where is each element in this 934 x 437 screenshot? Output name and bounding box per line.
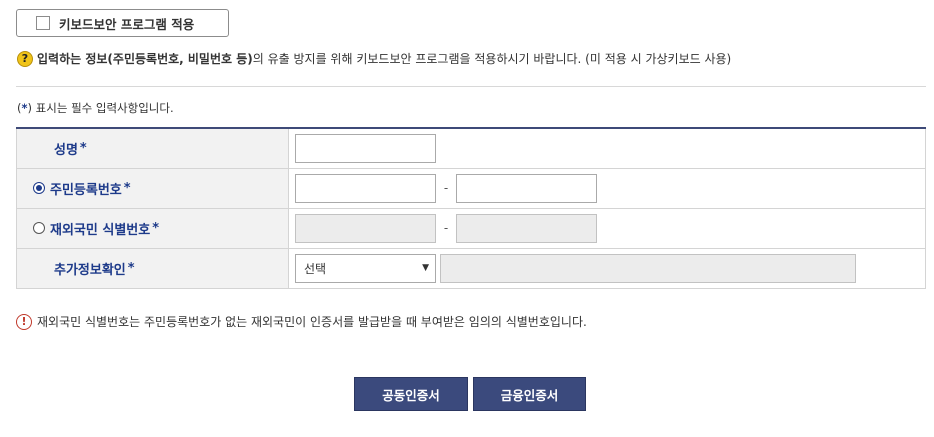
required-star-icon: * — [152, 220, 160, 236]
foreign-id-warning: ! 재외국민 식별번호는 주민등록번호가 없는 재외국민이 인증서를 발급받을 … — [16, 313, 587, 330]
chevron-down-icon: ▼ — [422, 263, 429, 273]
rrn-dash: - — [443, 181, 449, 195]
notice-text: 의 유출 방지를 위해 키보드보안 프로그램을 적용하시기 바랍니다. (미 적… — [252, 52, 732, 66]
notice-bold-text: 입력하는 정보(주민등록번호, 비밀번호 등) — [37, 52, 253, 66]
identity-form-table: 성명 * 주민등록번호 * - 재외국민 식별번호 * - 추가정보확인 * 선… — [16, 127, 926, 289]
required-star-icon: * — [79, 140, 87, 156]
extra-info-input — [440, 253, 856, 283]
rrn-back-input[interactable] — [456, 173, 597, 203]
keyboard-security-toggle[interactable]: 키보드보안 프로그램 적용 — [16, 9, 229, 37]
rrn-radio[interactable] — [33, 182, 45, 194]
foreign-id-label: 재외국민 식별번호 — [50, 222, 151, 238]
question-icon: ? — [17, 50, 33, 67]
name-input[interactable] — [295, 133, 436, 163]
warning-text: 재외국민 식별번호는 주민등록번호가 없는 재외국민이 인증서를 발급받을 때 … — [37, 315, 587, 329]
rrn-row: 주민등록번호 * - — [16, 168, 926, 209]
required-star-icon: * — [123, 180, 131, 196]
foreign-id-front-input — [295, 213, 436, 243]
extra-info-row: 추가정보확인 * 선택 ▼ — [16, 248, 926, 289]
foreign-id-radio[interactable] — [33, 222, 45, 234]
extra-info-select-value: 선택 — [304, 261, 327, 276]
rrn-label: 주민등록번호 — [50, 182, 122, 198]
keyboard-security-checkbox[interactable] — [36, 16, 50, 30]
joint-certificate-button[interactable]: 공동인증서 — [354, 377, 468, 411]
security-notice: ? 입력하는 정보(주민등록번호, 비밀번호 등) 의 유출 방지를 위해 키보드… — [17, 50, 731, 67]
extra-info-label: 추가정보확인 — [54, 262, 126, 278]
keyboard-security-label: 키보드보안 프로그램 적용 — [59, 16, 195, 32]
exclamation-icon: ! — [16, 313, 32, 330]
name-row: 성명 * — [16, 128, 926, 169]
extra-info-select[interactable]: 선택 ▼ — [295, 253, 436, 283]
rrn-front-input[interactable] — [295, 173, 436, 203]
foreign-id-back-input — [456, 213, 597, 243]
foreign-id-dash: - — [443, 221, 449, 235]
required-note: (*) 표시는 필수 입력사항입니다. — [17, 101, 174, 115]
required-star-icon: * — [127, 260, 135, 276]
foreign-id-row: 재외국민 식별번호 * - — [16, 208, 926, 249]
divider — [16, 86, 926, 87]
name-label: 성명 — [54, 142, 78, 158]
financial-certificate-button[interactable]: 금융인증서 — [473, 377, 586, 411]
